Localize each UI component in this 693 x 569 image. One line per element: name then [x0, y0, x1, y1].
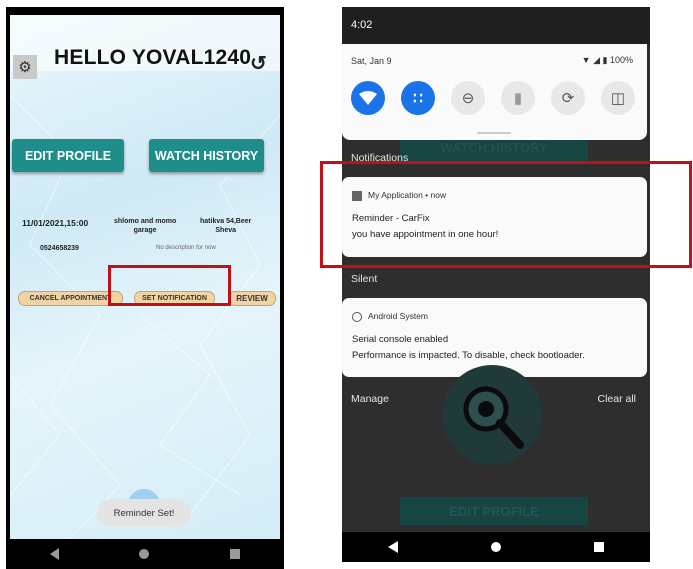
android-system-icon: [352, 311, 362, 322]
battery-saver-icon[interactable]: ◫: [601, 81, 635, 115]
highlight-set-notification: [108, 265, 231, 306]
recents-square-icon[interactable]: [593, 542, 604, 552]
magnifier-logo-icon: [442, 365, 542, 465]
undo-arrow-icon[interactable]: ↺: [250, 51, 267, 76]
back-triangle-icon[interactable]: [50, 548, 60, 560]
home-circle-icon[interactable]: [139, 549, 150, 559]
wifi-signal-icon: ▼: [581, 55, 591, 65]
silent-header: Silent: [351, 273, 378, 285]
battery-icon: ▮: [602, 55, 608, 65]
system-notification-title: Serial console enabled: [352, 334, 449, 345]
status-bar: 4:02: [342, 7, 650, 45]
recents-square-icon[interactable]: [229, 549, 240, 559]
wifi-icon[interactable]: [351, 81, 385, 115]
home-circle-icon[interactable]: [490, 542, 501, 552]
cell-signal-icon: ◢: [593, 55, 600, 65]
appointment-phone: 0524658239: [40, 245, 79, 252]
qs-date: Sat, Jan 9: [351, 56, 392, 66]
appointment-description: No description for now: [156, 245, 216, 251]
appointment-garage: shlomo and momo garage: [114, 218, 177, 234]
edit-profile-button[interactable]: EDIT PROFILE: [12, 139, 124, 172]
manage-button[interactable]: Manage: [351, 393, 389, 405]
reminder-set-toast: Reminder Set!: [97, 499, 191, 527]
background-edit-profile-button: EDIT PROFILE: [400, 497, 588, 525]
system-app-row: Android System: [352, 311, 428, 322]
gear-icon[interactable]: ⚙: [13, 55, 37, 79]
qs-status-icons: ▼ ◢ ▮ 100%: [582, 55, 633, 66]
quick-settings-panel: Sat, Jan 9 ▼ ◢ ▮ 100% ∷ ⊖ ▮ ⟳ ◫: [342, 44, 647, 140]
clear-all-button[interactable]: Clear all: [597, 393, 636, 405]
system-notification-body: Performance is impacted. To disable, che…: [352, 350, 585, 361]
battery-percent: 100%: [609, 55, 633, 65]
right-phone-screenshot: 4:02 WATCH HISTORY Sat, Jan 9 ▼ ◢ ▮ 100%…: [342, 7, 650, 562]
back-triangle-icon[interactable]: [388, 541, 399, 553]
watch-history-button[interactable]: WATCH HISTORY: [149, 139, 264, 172]
flashlight-icon[interactable]: ▮: [501, 81, 535, 115]
appointment-address: hatikva 54,Beer Sheva: [200, 218, 252, 234]
right-navigation-bar: [342, 532, 650, 562]
auto-rotate-icon[interactable]: ⟳: [551, 81, 585, 115]
qs-drag-handle[interactable]: [477, 132, 511, 134]
bluetooth-icon[interactable]: ∷: [401, 81, 435, 115]
status-time: 4:02: [351, 19, 373, 31]
left-navigation-bar: [10, 539, 280, 569]
review-button[interactable]: REVIEW: [228, 291, 276, 306]
greeting-title: HELLO YOVAL1240: [54, 46, 252, 69]
do-not-disturb-icon[interactable]: ⊖: [451, 81, 485, 115]
highlight-notification: [320, 161, 692, 268]
appointment-datetime: 11/01/2021,15:00: [22, 218, 89, 228]
